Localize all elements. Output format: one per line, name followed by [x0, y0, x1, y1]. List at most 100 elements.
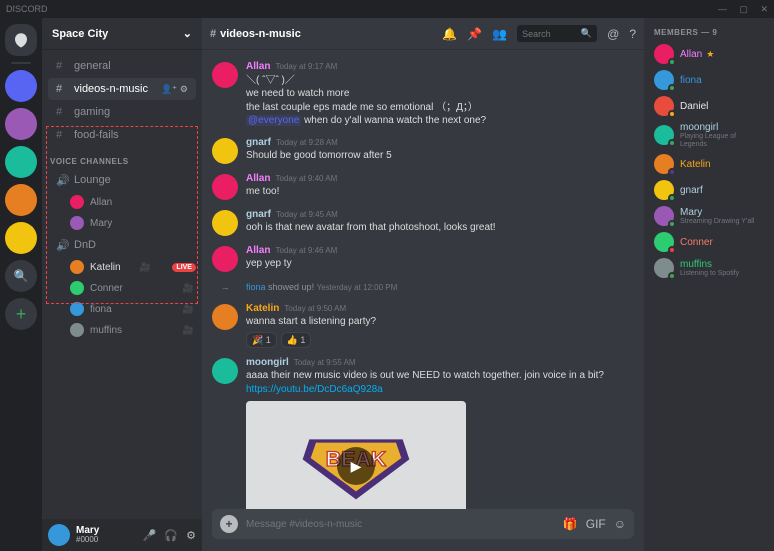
text-channel[interactable]: #videos-n-music👤⁺⚙: [48, 78, 196, 100]
invite-icon[interactable]: 👤⁺: [161, 84, 177, 95]
home-button[interactable]: [5, 24, 37, 56]
pinned-icon[interactable]: 📌: [467, 27, 482, 41]
guild-item[interactable]: [5, 70, 37, 102]
member-item[interactable]: moongirlPlaying League of Legends: [650, 119, 768, 151]
gif-icon[interactable]: GIF: [586, 517, 606, 531]
server-header[interactable]: Space City ⌄: [42, 18, 202, 50]
notifications-icon[interactable]: 🔔: [442, 27, 457, 41]
voice-user[interactable]: Allan: [48, 192, 196, 212]
member-item[interactable]: Daniel: [650, 93, 768, 119]
message-text: yep yep ty: [246, 257, 634, 271]
avatar[interactable]: [212, 246, 238, 272]
member-name: Conner: [680, 237, 713, 248]
avatar[interactable]: [212, 62, 238, 88]
emoji-icon[interactable]: ☺: [614, 517, 626, 531]
video-icon: 🎥: [140, 262, 151, 273]
username[interactable]: gnarf: [246, 208, 271, 222]
text-channel[interactable]: #gaming: [48, 101, 196, 123]
avatar[interactable]: [212, 138, 238, 164]
close-button[interactable]: ✕: [760, 4, 768, 14]
guild-item[interactable]: [5, 184, 37, 216]
chat-header: # videos-n-music 🔔 📌 👥 Search🔍 @ ?: [202, 18, 644, 50]
message-list[interactable]: AllanToday at 9:17 AM＼( ˆ▽ˆ )／we need to…: [202, 50, 644, 509]
hash-icon: #: [56, 60, 70, 72]
message: AllanToday at 9:46 AMyep yep ty: [212, 240, 634, 276]
hash-icon: #: [56, 83, 70, 95]
member-name: gnarf: [680, 185, 703, 196]
avatar: [654, 125, 674, 145]
video-embed[interactable]: BEAK▶: [246, 401, 466, 509]
message-text: Should be good tomorrow after 5: [246, 149, 634, 163]
username[interactable]: Allan: [246, 172, 270, 186]
deafen-icon[interactable]: 🎧: [164, 529, 178, 542]
settings-icon[interactable]: ⚙: [186, 529, 196, 542]
timestamp: Today at 9:40 AM: [275, 174, 337, 185]
member-item[interactable]: MaryStreaming Drawing Y'all: [650, 203, 768, 229]
mute-icon[interactable]: 🎤: [143, 529, 157, 542]
member-item[interactable]: fiona: [650, 67, 768, 93]
message-input-row: + Message #videos-n-music 🎁 GIF ☺: [202, 509, 644, 551]
member-name: Katelin: [680, 159, 711, 170]
avatar: [654, 258, 674, 278]
voice-user[interactable]: muffins🎥: [48, 320, 196, 340]
video-icon: 🎥: [183, 325, 194, 336]
member-item[interactable]: Katelin: [650, 151, 768, 177]
username[interactable]: moongirl: [246, 356, 289, 370]
member-item[interactable]: muffinsListening to Spotify: [650, 255, 768, 281]
message-text: ＼( ˆ▽ˆ )／: [246, 74, 634, 88]
username[interactable]: Katelin: [246, 302, 279, 316]
video-icon: 🎥: [183, 283, 194, 294]
username[interactable]: Allan: [246, 60, 270, 74]
add-server-button[interactable]: +: [5, 298, 37, 330]
reaction[interactable]: 🎉 1: [246, 332, 277, 348]
mention[interactable]: @everyone: [246, 115, 301, 126]
speaker-icon: 🔊: [56, 239, 70, 252]
member-list-icon[interactable]: 👥: [492, 27, 507, 41]
text-channel[interactable]: #food-fails: [48, 124, 196, 146]
message: gnarfToday at 9:28 AMShould be good tomo…: [212, 132, 634, 168]
guild-item[interactable]: [5, 222, 37, 254]
username[interactable]: Allan: [246, 244, 270, 258]
message-input[interactable]: + Message #videos-n-music 🎁 GIF ☺: [212, 509, 634, 539]
link[interactable]: https://youtu.be/DcDc6aQ928a: [246, 384, 383, 395]
member-item[interactable]: gnarf: [650, 177, 768, 203]
voice-user[interactable]: Conner🎥: [48, 278, 196, 298]
explore-button[interactable]: 🔍: [5, 260, 37, 292]
member-item[interactable]: Conner: [650, 229, 768, 255]
attach-icon[interactable]: +: [220, 515, 238, 533]
help-icon[interactable]: ?: [629, 27, 636, 41]
message: AllanToday at 9:17 AM＼( ˆ▽ˆ )／we need to…: [212, 56, 634, 132]
gift-icon[interactable]: 🎁: [563, 517, 578, 531]
avatar[interactable]: [48, 524, 70, 546]
minimize-button[interactable]: —: [718, 4, 727, 14]
voice-channel[interactable]: 🔊Lounge: [48, 169, 196, 191]
channel-title: videos-n-music: [220, 28, 301, 40]
inbox-icon[interactable]: @: [607, 27, 619, 41]
message: moongirlToday at 9:55 AMaaaa their new m…: [212, 352, 634, 509]
voice-user[interactable]: Katelin🎥LIVE: [48, 257, 196, 277]
search-input[interactable]: Search🔍: [517, 25, 597, 42]
member-item[interactable]: Allan★: [650, 41, 768, 67]
voice-user[interactable]: Mary: [48, 213, 196, 233]
voice-category[interactable]: VOICE CHANNELS: [42, 147, 202, 168]
play-icon[interactable]: ▶: [337, 447, 375, 485]
reaction[interactable]: 👍 1: [281, 332, 312, 348]
settings-icon[interactable]: ⚙: [180, 84, 188, 95]
guild-item[interactable]: [5, 108, 37, 140]
avatar[interactable]: [212, 358, 238, 384]
text-channel[interactable]: #general: [48, 55, 196, 77]
member-name: Mary: [680, 207, 754, 218]
avatar[interactable]: [212, 210, 238, 236]
voice-channel[interactable]: 🔊DnD: [48, 234, 196, 256]
maximize-button[interactable]: ▢: [739, 4, 748, 14]
avatar[interactable]: [212, 304, 238, 330]
guild-item[interactable]: [5, 146, 37, 178]
avatar[interactable]: [212, 174, 238, 200]
hash-icon: #: [210, 28, 216, 40]
username[interactable]: fiona: [246, 282, 266, 292]
voice-user[interactable]: fiona🎥: [48, 299, 196, 319]
video-icon: 🎥: [183, 304, 194, 315]
avatar: [654, 180, 674, 200]
username[interactable]: gnarf: [246, 136, 271, 150]
guild-rail: 🔍 +: [0, 18, 42, 551]
